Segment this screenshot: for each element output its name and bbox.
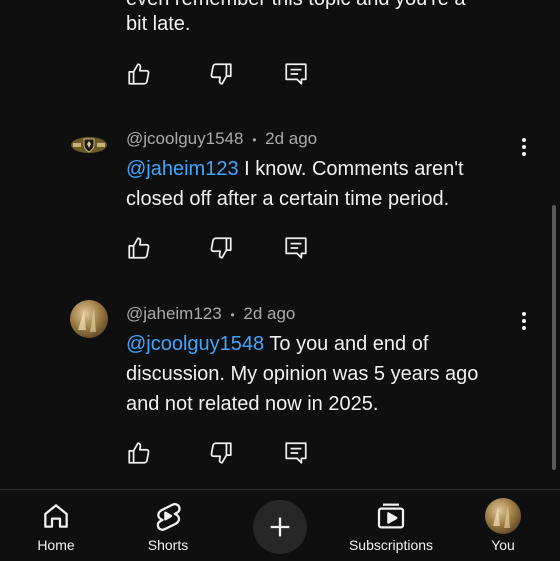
nav-subscriptions-label: Subscriptions (348, 537, 434, 553)
comment-author[interactable]: @jcoolguy1548 (126, 129, 243, 148)
dislike-icon[interactable] (208, 61, 234, 87)
nav-you-label: You (491, 537, 515, 553)
comment-author[interactable]: @jaheim123 (126, 304, 222, 323)
plus-icon (270, 517, 290, 537)
comment-text-line: bit late. (126, 13, 191, 35)
comment-text-line: discussion. My opinion was 5 years ago (126, 363, 479, 385)
bottom-nav-bar: Home Shorts Subscriptions You (0, 489, 560, 561)
avatar[interactable] (70, 300, 108, 338)
nav-home[interactable]: Home (16, 490, 96, 561)
comment-body: @jcoolguy1548 To you and end of discussi… (126, 329, 526, 419)
comment-meta: @jaheim123 • 2d ago (126, 304, 295, 324)
comment-meta: @jcoolguy1548 • 2d ago (126, 129, 317, 149)
nav-shorts-label: Shorts (147, 537, 189, 553)
comment-timestamp: 2d ago (265, 129, 318, 148)
nav-you[interactable]: You (468, 490, 538, 561)
meta-separator: • (252, 133, 257, 147)
dislike-icon[interactable] (208, 235, 234, 261)
avatar[interactable] (70, 126, 108, 164)
comment-text-line: I know. Comments aren't (238, 158, 464, 180)
comment-timestamp: 2d ago (243, 304, 296, 323)
subscriptions-icon (375, 500, 407, 532)
comment-text-line: To you and end of (264, 333, 429, 355)
like-icon[interactable] (126, 235, 152, 261)
like-icon[interactable] (126, 61, 152, 87)
meta-separator: • (230, 308, 235, 322)
home-icon (40, 500, 72, 532)
comment-body: @jaheim123 I know. Comments aren't close… (126, 154, 526, 214)
comment-body: bit late. (126, 9, 526, 39)
reply-icon[interactable] (283, 235, 309, 261)
reply-icon[interactable] (283, 440, 309, 466)
nav-home-label: Home (37, 537, 75, 553)
nav-subscriptions[interactable]: Subscriptions (336, 490, 446, 561)
comment-text-line: and not related now in 2025. (126, 393, 379, 415)
create-button[interactable] (253, 500, 307, 554)
scrollbar[interactable] (552, 205, 556, 470)
mention-link[interactable]: @jaheim123 (126, 158, 239, 180)
you-avatar (485, 498, 521, 534)
shorts-icon (152, 500, 184, 532)
like-icon[interactable] (126, 440, 152, 466)
mention-link[interactable]: @jcoolguy1548 (126, 333, 264, 355)
nav-shorts[interactable]: Shorts (128, 490, 208, 561)
comment-text-line: closed off after a certain time period. (126, 188, 450, 210)
reply-icon[interactable] (283, 61, 309, 87)
dislike-icon[interactable] (208, 440, 234, 466)
